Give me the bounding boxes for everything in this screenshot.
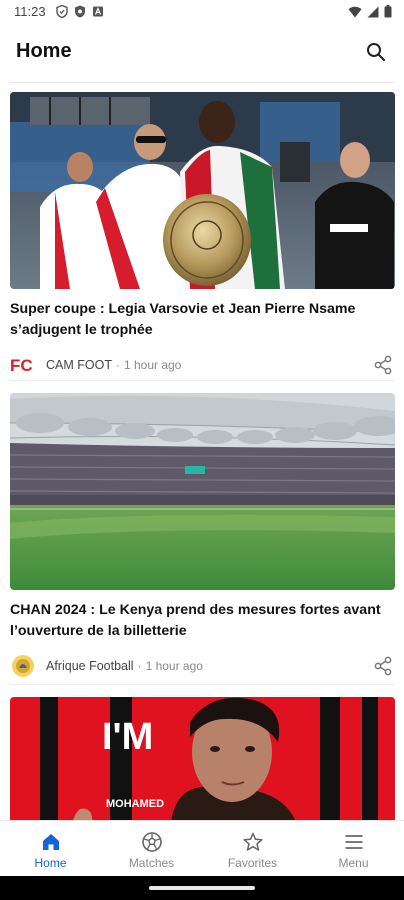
- share-button[interactable]: [373, 355, 393, 375]
- svg-text:FC: FC: [10, 356, 33, 374]
- app-screen: 11:23 Home Super coupe: Legia Varsovie …: [0, 0, 404, 900]
- page-title: Home: [16, 40, 72, 62]
- status-notification-icons: [56, 4, 104, 19]
- star-icon: [242, 832, 263, 851]
- home-icon: [42, 834, 59, 850]
- meta-separator: ·: [115, 358, 120, 372]
- article-title[interactable]: CHAN 2024 : Le Kenya prend des mesures f…: [10, 600, 395, 642]
- status-system-icons: [348, 5, 392, 22]
- signal-icon: [367, 6, 379, 22]
- nav-item-matches[interactable]: Matches: [101, 821, 202, 876]
- a-square-icon: [92, 5, 104, 18]
- card-divider: [10, 380, 394, 381]
- bottom-navigation: Home Matches Favorites Menu: [0, 820, 404, 876]
- nav-label: Menu: [338, 856, 369, 870]
- nav-label: Matches: [128, 856, 175, 870]
- nav-label: Home: [34, 856, 67, 870]
- shield-icon: [56, 4, 68, 19]
- share-button[interactable]: [373, 656, 393, 676]
- search-icon: [367, 43, 386, 62]
- search-button[interactable]: [360, 36, 392, 68]
- source-name[interactable]: Afrique Football: [46, 659, 134, 673]
- status-bar: 11:23: [0, 0, 404, 24]
- shield-alt-icon: [74, 5, 86, 18]
- article-title[interactable]: Super coupe : Legia Varsovie et Jean Pie…: [10, 299, 395, 341]
- nav-item-home[interactable]: Home: [0, 821, 101, 876]
- nav-item-menu[interactable]: Menu: [303, 821, 404, 876]
- soccer-ball-icon: [141, 832, 162, 852]
- source-logo: [10, 655, 36, 677]
- app-bar: Home: [0, 24, 404, 80]
- article-image[interactable]: I'M MOHAMED: [10, 697, 395, 820]
- banner-text: I'M: [102, 716, 153, 758]
- card-divider: [10, 684, 394, 685]
- menu-icon: [345, 835, 362, 849]
- battery-icon: [384, 5, 392, 22]
- article-meta: Afrique Football · 1 hour ago: [10, 650, 395, 682]
- news-feed[interactable]: Super coupe : Legia Varsovie et Jean Pie…: [0, 83, 404, 820]
- article-image[interactable]: [10, 393, 395, 590]
- article-card[interactable]: I'M MOHAMED: [10, 697, 395, 820]
- article-card[interactable]: CHAN 2024 : Le Kenya prend des mesures f…: [10, 393, 395, 682]
- player-portrait-red-banner-image: I'M MOHAMED: [10, 697, 395, 820]
- share-icon: [374, 355, 392, 375]
- article-card[interactable]: Super coupe : Legia Varsovie et Jean Pie…: [10, 92, 395, 381]
- banner-caption: MOHAMED: [106, 798, 164, 810]
- nav-item-favorites[interactable]: Favorites: [202, 821, 303, 876]
- share-icon: [374, 656, 392, 676]
- gesture-navigation-bar: [0, 876, 404, 900]
- source-name[interactable]: CAM FOOT: [46, 358, 112, 372]
- football-players-with-trophy-image: [10, 92, 395, 289]
- nav-label: Favorites: [227, 856, 278, 870]
- article-meta: FC CAM FOOT · 1 hour ago: [10, 349, 395, 381]
- status-time: 11:23: [14, 4, 46, 19]
- published-time: 1 hour ago: [123, 358, 182, 372]
- stadium-pitch-image: [10, 393, 395, 590]
- wifi-icon: [348, 6, 362, 22]
- source-logo: FC: [10, 354, 36, 376]
- published-time: 1 hour ago: [145, 659, 203, 673]
- meta-separator: ·: [137, 659, 142, 673]
- article-image[interactable]: [10, 92, 395, 289]
- home-gesture-handle[interactable]: [149, 886, 255, 890]
